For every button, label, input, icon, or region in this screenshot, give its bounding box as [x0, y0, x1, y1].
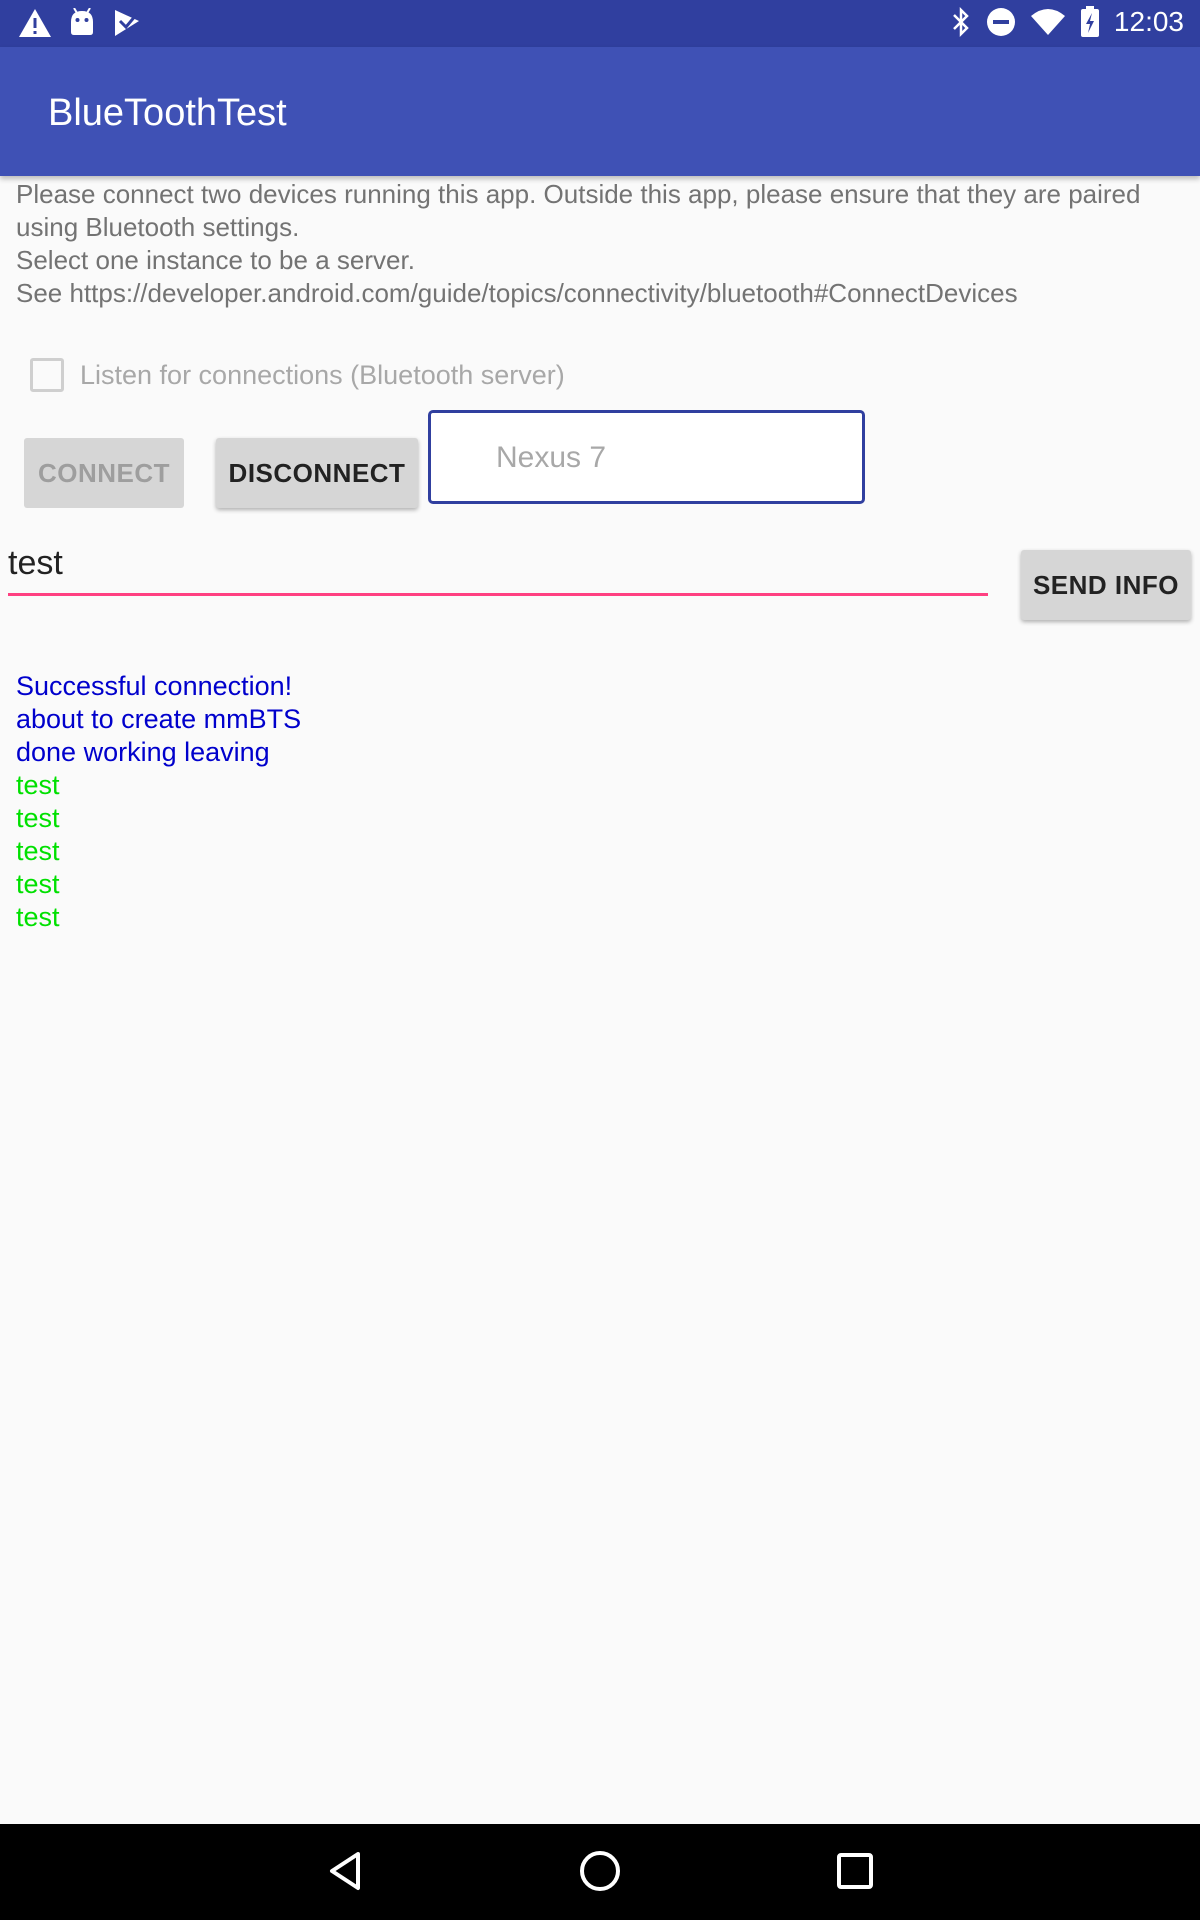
- server-checkbox-label: Listen for connections (Bluetooth server…: [80, 359, 565, 390]
- do-not-disturb-icon: [986, 7, 1016, 37]
- log-line: test: [16, 869, 60, 899]
- system-icons: 12:03: [950, 6, 1184, 38]
- navigation-bar: [0, 1824, 1200, 1920]
- app-title: BlueToothTest: [48, 92, 287, 134]
- notification-icons: [18, 8, 142, 38]
- status-bar: 12:03: [0, 0, 1200, 47]
- back-icon[interactable]: [322, 1848, 368, 1899]
- status-time: 12:03: [1113, 6, 1184, 37]
- bluetooth-icon: [950, 6, 972, 38]
- connection-log: Successful connection! about to create m…: [16, 670, 301, 934]
- log-line: test: [16, 902, 60, 932]
- device-selector[interactable]: Nexus 7: [428, 410, 865, 504]
- log-line: about to create mmBTS: [16, 704, 302, 734]
- home-icon[interactable]: [577, 1848, 623, 1899]
- log-line: Successful connection!: [16, 671, 293, 701]
- connect-button[interactable]: CONNECT: [24, 438, 184, 508]
- android-debug-icon: [68, 8, 96, 38]
- warning-icon: [18, 8, 52, 38]
- device-name: Nexus 7: [496, 441, 607, 474]
- server-checkbox-row[interactable]: Listen for connections (Bluetooth server…: [30, 358, 565, 392]
- log-line: test: [16, 836, 60, 866]
- instructions-text: Please connect two devices running this …: [16, 179, 1141, 308]
- battery-charging-icon: [1080, 6, 1100, 38]
- log-line: test: [16, 803, 60, 833]
- message-input[interactable]: [8, 541, 988, 596]
- server-checkbox[interactable]: [30, 358, 64, 392]
- send-info-button[interactable]: SEND INFO: [1021, 550, 1191, 620]
- play-store-icon: [112, 8, 142, 38]
- wifi-icon: [1030, 8, 1066, 36]
- log-line: done working leaving: [16, 737, 270, 767]
- recents-icon[interactable]: [832, 1848, 878, 1899]
- app-bar: BlueToothTest: [0, 47, 1200, 176]
- disconnect-button[interactable]: DISCONNECT: [216, 438, 418, 508]
- log-line: test: [16, 770, 60, 800]
